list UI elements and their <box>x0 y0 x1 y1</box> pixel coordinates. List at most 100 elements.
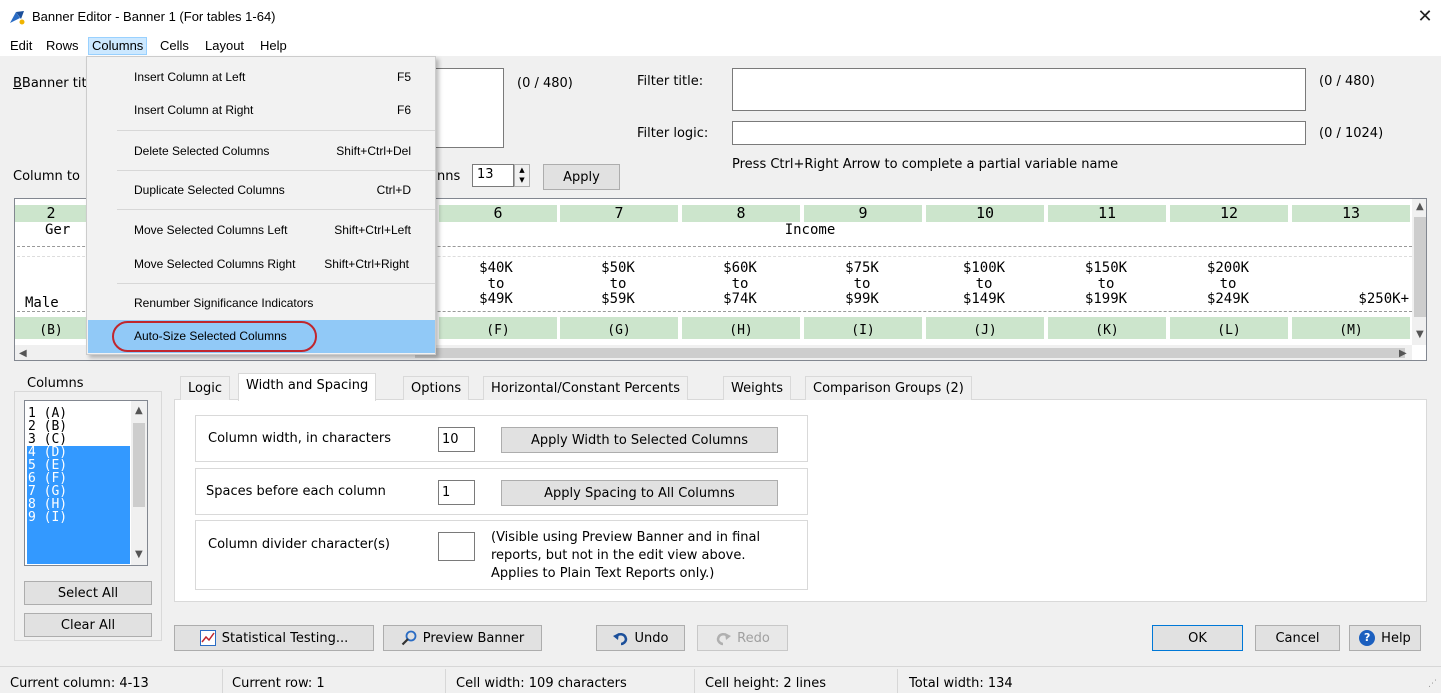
resize-grip-icon[interactable]: ⋰ <box>1428 679 1437 689</box>
redo-label: Redo <box>737 630 770 646</box>
menu-item-shortcut: Shift+Ctrl+Right <box>324 257 409 271</box>
scroll-left-icon[interactable]: ◀ <box>19 348 27 359</box>
spin-down-icon[interactable]: ▼ <box>515 175 529 185</box>
range-mid: to <box>975 276 993 292</box>
apply-spacing-button[interactable]: Apply Spacing to All Columns <box>501 480 778 506</box>
columns-listbox[interactable]: 1 (A) 2 (B) 3 (C) 4 (D) 5 (E) 6 (F) 7 (G… <box>24 400 148 566</box>
menu-move-columns-left[interactable]: Move Selected Columns Left Shift+Ctrl+Le… <box>88 214 435 246</box>
range-bot: $59K <box>601 291 635 307</box>
apply-button[interactable]: Apply <box>543 164 620 190</box>
divider-label: Column divider character(s) <box>208 537 390 552</box>
apply-width-button[interactable]: Apply Width to Selected Columns <box>501 427 778 453</box>
status-separator <box>694 669 695 693</box>
menu-help[interactable]: Help <box>257 37 290 55</box>
column-width-label: Column width, in characters <box>208 431 392 446</box>
sig-indicator[interactable]: (J) <box>926 317 1044 339</box>
columns-count-input[interactable]: 13 <box>472 164 514 187</box>
menu-edit[interactable]: Edit <box>7 37 35 55</box>
menu-move-columns-right[interactable]: Move Selected Columns Right Shift+Ctrl+R… <box>88 248 435 280</box>
col-number[interactable]: 8 <box>682 205 800 222</box>
grid-label-male: Male <box>25 295 59 311</box>
window-title: Banner Editor - Banner 1 (For tables 1-6… <box>32 9 276 24</box>
sig-indicator[interactable]: (L) <box>1170 317 1288 339</box>
sig-indicator[interactable]: (G) <box>560 317 678 339</box>
tab-options[interactable]: Options <box>403 376 470 400</box>
column-to-label: Column to <box>13 169 80 184</box>
ok-button[interactable]: OK <box>1152 625 1243 651</box>
menu-auto-size-columns[interactable]: Auto-Size Selected Columns <box>88 320 435 353</box>
banner-title-input[interactable] <box>430 68 504 148</box>
menu-insert-column-right[interactable]: Insert Column at Right F6 <box>88 94 435 126</box>
sig-indicator[interactable]: (I) <box>804 317 922 339</box>
filter-title-input[interactable] <box>732 68 1306 111</box>
menu-rows[interactable]: Rows <box>43 37 82 55</box>
range-bot: $249K <box>1206 291 1250 307</box>
col-number[interactable]: 7 <box>560 205 678 222</box>
list-item-overflow[interactable] <box>27 524 130 564</box>
menu-renumber-sig-indicators[interactable]: Renumber Significance Indicators <box>88 287 435 319</box>
scroll-thumb[interactable] <box>133 423 145 507</box>
scroll-thumb[interactable] <box>415 348 1405 358</box>
menu-layout[interactable]: Layout <box>202 37 247 55</box>
sig-indicator[interactable]: (B) <box>15 317 87 339</box>
menu-cells[interactable]: Cells <box>157 37 192 55</box>
tab-weights[interactable]: Weights <box>723 376 792 400</box>
cancel-button[interactable]: Cancel <box>1255 625 1340 651</box>
filter-title-count: (0 / 480) <box>1319 74 1375 89</box>
close-window-button[interactable]: ✕ <box>1412 4 1438 30</box>
help-button[interactable]: ? Help <box>1349 625 1421 651</box>
divider-input[interactable] <box>438 532 475 561</box>
filter-logic-label: Filter logic: <box>637 126 709 141</box>
scroll-up-icon[interactable]: ▲ <box>1416 201 1424 212</box>
menu-item-label: Move Selected Columns Left <box>134 223 288 237</box>
col-number[interactable]: 6 <box>439 205 557 222</box>
redo-button[interactable]: Redo <box>697 625 788 651</box>
sig-indicator[interactable]: (K) <box>1048 317 1166 339</box>
scroll-down-icon[interactable]: ▼ <box>135 549 143 560</box>
grid-group-label: Income <box>784 222 836 238</box>
menu-columns[interactable]: Columns <box>88 37 148 55</box>
col-number[interactable]: 13 <box>1292 205 1410 222</box>
tab-comparison-groups[interactable]: Comparison Groups (2) <box>805 376 972 400</box>
col-number[interactable]: 2 <box>15 205 87 222</box>
grid-vertical-scrollbar[interactable]: ▲ ▼ <box>1412 199 1426 345</box>
range-top: $60K <box>723 260 757 276</box>
redo-icon <box>715 630 732 646</box>
menu-item-shortcut: Shift+Ctrl+Left <box>334 223 411 237</box>
scroll-thumb[interactable] <box>1414 217 1426 317</box>
spin-up-icon[interactable]: ▲ <box>515 165 529 175</box>
col-number[interactable]: 10 <box>926 205 1044 222</box>
menu-duplicate-selected-columns[interactable]: Duplicate Selected Columns Ctrl+D <box>88 174 435 206</box>
range-top: $200K <box>1206 260 1250 276</box>
col-number[interactable]: 12 <box>1170 205 1288 222</box>
undo-button[interactable]: Undo <box>596 625 685 651</box>
sig-indicator[interactable]: (H) <box>682 317 800 339</box>
tab-horizontal-constant-percents[interactable]: Horizontal/Constant Percents <box>483 376 689 400</box>
banner-title-label: BBanner tit <box>13 76 87 91</box>
status-total-width: Total width: 134 <box>909 676 1013 691</box>
tab-logic[interactable]: Logic <box>180 376 230 400</box>
filter-logic-input[interactable] <box>732 121 1306 145</box>
menu-insert-column-left[interactable]: Insert Column at Left F5 <box>88 61 435 93</box>
columns-count-spinner[interactable]: ▲ ▼ <box>514 164 530 187</box>
col-number[interactable]: 11 <box>1048 205 1166 222</box>
statistical-testing-button[interactable]: Statistical Testing... <box>174 625 374 651</box>
menu-item-label: Renumber Significance Indicators <box>134 296 314 310</box>
scroll-up-icon[interactable]: ▲ <box>135 405 143 416</box>
list-item[interactable]: 9 (I) <box>27 511 130 524</box>
col-number[interactable]: 9 <box>804 205 922 222</box>
spaces-input[interactable]: 1 <box>438 480 475 505</box>
scroll-down-icon[interactable]: ▼ <box>1416 329 1424 340</box>
menu-separator <box>117 130 435 131</box>
menu-delete-selected-columns[interactable]: Delete Selected Columns Shift+Ctrl+Del <box>88 135 435 167</box>
list-scrollbar[interactable]: ▲ ▼ <box>131 401 147 565</box>
scroll-right-icon[interactable]: ▶ <box>1399 348 1407 359</box>
sig-indicator[interactable]: (F) <box>439 317 557 339</box>
sig-indicator[interactable]: (M) <box>1292 317 1410 339</box>
preview-banner-button[interactable]: Preview Banner <box>383 625 542 651</box>
column-width-input[interactable]: 10 <box>438 427 475 452</box>
tab-width-and-spacing[interactable]: Width and Spacing <box>238 373 377 401</box>
select-all-button[interactable]: Select All <box>24 581 152 605</box>
menu-item-label: Move Selected Columns Right <box>134 257 296 271</box>
clear-all-button[interactable]: Clear All <box>24 613 152 637</box>
